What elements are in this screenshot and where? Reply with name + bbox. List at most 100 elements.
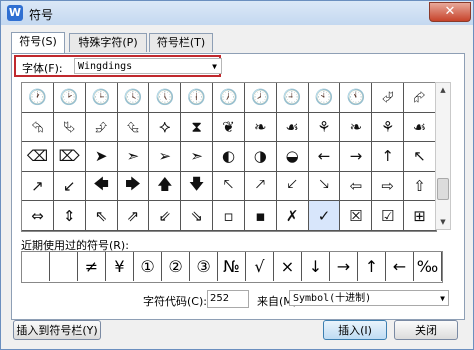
symbol-cell[interactable]: ◑ — [244, 142, 277, 172]
recent-symbol-cell[interactable] — [22, 252, 50, 281]
recent-symbol-cell[interactable]: ≠ — [78, 252, 106, 281]
symbol-cell[interactable]: ☙ — [276, 112, 309, 143]
symbol-cell[interactable]: 🕙 — [308, 83, 341, 113]
recent-symbol-cell[interactable]: ← — [386, 252, 414, 281]
from-select[interactable]: Symbol(十进制) ▼ — [289, 290, 449, 306]
chevron-down-icon: ▼ — [212, 62, 217, 71]
symbol-cell[interactable]: ❧ — [244, 112, 277, 143]
symbol-cell[interactable]: 🕘 — [276, 83, 309, 113]
recent-symbol-cell[interactable]: × — [274, 252, 302, 281]
symbol-cell[interactable]: 🡄 — [85, 171, 118, 202]
symbol-cell[interactable]: ⮵ — [85, 112, 118, 143]
symbol-cell[interactable]: 🡕 — [244, 171, 277, 202]
symbol-cell[interactable]: ◐ — [213, 142, 245, 172]
symbol-cell[interactable]: ⇖ — [85, 201, 118, 231]
font-select[interactable]: Wingdings ▼ — [74, 58, 222, 74]
char-code-input[interactable]: 252 — [207, 290, 249, 308]
symbol-cell[interactable]: ◒ — [276, 142, 309, 172]
wps-app-icon: W — [7, 5, 23, 21]
font-label: 字体(F): — [22, 62, 63, 75]
arrow-up-icon[interactable]: ▲ — [436, 83, 450, 97]
insert-to-symbol-bar-button[interactable]: 插入到符号栏(Y) — [13, 320, 101, 340]
symbol-cell[interactable]: ⮲ — [22, 112, 54, 143]
symbol-cell[interactable]: → — [340, 142, 373, 172]
symbol-cell[interactable]: ➤ — [85, 142, 118, 172]
recent-symbol-cell[interactable]: ① — [134, 252, 162, 281]
title-bar: W 符号 ✕ — [1, 1, 473, 25]
symbol-cell[interactable]: ⌫ — [22, 142, 54, 172]
symbol-cell[interactable]: 🡆 — [117, 171, 150, 202]
symbol-cell[interactable]: 🕗 — [244, 83, 277, 113]
symbol-cell[interactable]: ▫ — [213, 201, 245, 231]
recent-symbol-cell[interactable] — [50, 252, 78, 281]
symbol-cell[interactable]: ⚘ — [372, 112, 405, 143]
symbol-cell[interactable]: ⇗ — [117, 201, 150, 231]
symbol-cell[interactable]: ↗ — [22, 171, 54, 202]
symbol-cell[interactable]: ↑ — [372, 142, 405, 172]
close-button[interactable]: 关闭 — [394, 320, 458, 340]
grid-scrollbar[interactable]: ▲ ▼ — [435, 82, 451, 230]
close-window-button[interactable]: ✕ — [429, 2, 471, 22]
symbol-cell[interactable]: 🡅 — [149, 171, 182, 202]
symbol-cell[interactable]: ⇔ — [22, 201, 54, 231]
recent-symbol-cell[interactable]: ② — [162, 252, 190, 281]
symbol-cell[interactable]: ➣ — [117, 142, 150, 172]
insert-button[interactable]: 插入(I) — [323, 320, 387, 340]
symbol-cell[interactable]: ⮳ — [404, 83, 436, 113]
recent-symbol-cell[interactable]: ③ — [190, 252, 218, 281]
symbol-cell[interactable]: ⚘ — [308, 112, 341, 143]
symbol-cell[interactable]: ☑ — [372, 201, 405, 231]
symbol-cell[interactable]: 🡖 — [308, 171, 341, 202]
tab-symbol[interactable]: 符号(S) — [11, 32, 65, 53]
symbol-cell[interactable]: ⇦ — [340, 171, 373, 202]
symbol-cell[interactable]: ☒ — [340, 201, 373, 231]
scrollbar-thumb[interactable] — [437, 178, 449, 200]
arrow-down-icon[interactable]: ▼ — [436, 215, 450, 229]
symbol-cell[interactable]: 🕑 — [53, 83, 86, 113]
symbol-cell[interactable]: ⇨ — [372, 171, 405, 202]
symbol-cell[interactable]: 🕕 — [181, 83, 214, 113]
symbol-cell[interactable]: ⮰ — [372, 83, 405, 113]
symbol-cell[interactable]: ⮴ — [117, 112, 150, 143]
symbol-cell[interactable]: 🡇 — [181, 171, 214, 202]
tab-special-chars[interactable]: 特殊字符(P) — [69, 33, 147, 52]
recent-symbol-cell[interactable]: ↓ — [302, 252, 330, 281]
from-select-value: Symbol(十进制) — [293, 293, 372, 304]
symbol-cell[interactable]: ⯎ — [149, 112, 182, 143]
recent-symbol-cell[interactable]: № — [218, 252, 246, 281]
symbol-cell[interactable]: ▪ — [244, 201, 277, 231]
symbol-cell[interactable]: ☙ — [404, 112, 436, 143]
symbol-cell[interactable]: ⮱ — [53, 112, 86, 143]
symbol-cell[interactable]: ⇕ — [53, 201, 86, 231]
symbol-cell[interactable]: ↙ — [53, 171, 86, 202]
symbol-dialog: W 符号 ✕ 符号(S) 特殊字符(P) 符号栏(T) 字体(F): Wingd… — [0, 0, 474, 350]
symbol-cell[interactable]: 🡗 — [276, 171, 309, 202]
symbol-cell[interactable]: 🡔 — [213, 171, 245, 202]
symbol-cell[interactable]: 🕚 — [340, 83, 373, 113]
symbol-cell[interactable]: ⇙ — [149, 201, 182, 231]
recent-symbol-cell[interactable]: ¥ — [106, 252, 134, 281]
recent-symbol-cell[interactable]: ‰ — [414, 252, 442, 281]
symbol-cell[interactable]: ✓ — [308, 201, 341, 231]
symbol-cell[interactable]: 🕔 — [149, 83, 182, 113]
symbol-cell[interactable]: 🕖 — [213, 83, 245, 113]
symbol-cell[interactable]: ✗ — [276, 201, 309, 231]
symbol-cell[interactable]: ➢ — [149, 142, 182, 172]
symbol-cell[interactable]: ⇘ — [181, 201, 214, 231]
symbol-cell[interactable]: ↖ — [404, 142, 436, 172]
recent-symbol-cell[interactable]: → — [330, 252, 358, 281]
symbol-cell[interactable]: 🕐 — [22, 83, 54, 113]
tab-symbol-bar[interactable]: 符号栏(T) — [149, 33, 213, 52]
symbol-cell[interactable]: ← — [308, 142, 341, 172]
symbol-cell[interactable]: 🕒 — [85, 83, 118, 113]
symbol-cell[interactable]: ❦ — [213, 112, 245, 143]
symbol-cell[interactable]: ⌦ — [53, 142, 86, 172]
symbol-cell[interactable]: ⇧ — [404, 171, 436, 202]
symbol-cell[interactable]: ⊞ — [404, 201, 436, 231]
recent-symbol-cell[interactable]: √ — [246, 252, 274, 281]
symbol-cell[interactable]: ➣ — [181, 142, 214, 172]
recent-symbol-cell[interactable]: ↑ — [358, 252, 386, 281]
symbol-cell[interactable]: ❧ — [340, 112, 373, 143]
symbol-cell[interactable]: 🕓 — [117, 83, 150, 113]
symbol-cell[interactable]: ⧗ — [181, 112, 214, 143]
